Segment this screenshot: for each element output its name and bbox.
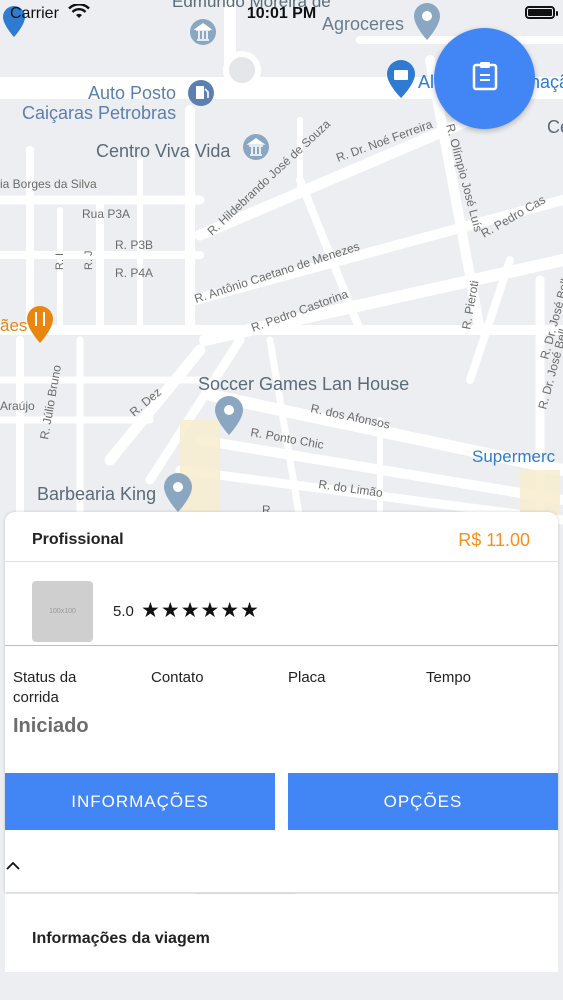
- map-poi-label: Centro Viva Vida: [96, 141, 231, 161]
- street-label: ia Borges da Silva: [0, 177, 97, 191]
- time-label: 10:01 PM: [246, 5, 317, 22]
- map-poi-label: ães: [0, 316, 27, 335]
- map-poi-label: Ce: [547, 117, 563, 137]
- plate-label: Placa: [288, 669, 326, 686]
- map-poi-label: Auto Posto: [88, 83, 176, 103]
- street-label: R. I: [54, 253, 66, 270]
- time-label: Tempo: [426, 669, 472, 686]
- street-label: R. P3B: [115, 238, 153, 252]
- street-label: Araújo: [0, 399, 35, 413]
- clipboard-icon: [472, 61, 498, 96]
- divider: [5, 561, 558, 562]
- professional-label: Profissional: [32, 531, 124, 548]
- divider: [5, 645, 558, 646]
- street-label: Rua P3A: [82, 207, 130, 221]
- map-poi-label: Soccer Games Lan House: [198, 374, 409, 394]
- bank-icon[interactable]: [243, 134, 269, 160]
- map-poi-label: Supermerc: [472, 447, 556, 466]
- status-bar: Carrier 10:01 PM: [0, 0, 563, 30]
- battery-icon: [525, 6, 558, 19]
- contact-label: Contato: [151, 669, 204, 686]
- map-poi-label: Caiçaras Petrobras: [22, 103, 176, 123]
- street-label: R. P4A: [115, 266, 153, 280]
- map-poi-label: Al: [418, 72, 434, 92]
- options-button[interactable]: OPÇÕES: [288, 773, 558, 830]
- rating-value: 5.0: [113, 603, 134, 620]
- trip-info-panel: Informações da viagem: [5, 894, 558, 972]
- info-button[interactable]: INFORMAÇÕES: [5, 773, 275, 830]
- ride-sheet: Profissional R$ 11.00 100x100 5.0 ★★★★★★…: [5, 512, 558, 972]
- ride-status-label: Status da corrida: [13, 669, 77, 706]
- gas-station-icon[interactable]: [188, 80, 214, 106]
- chevron-up-icon[interactable]: [6, 858, 20, 876]
- ride-price: R$ 11.00: [458, 530, 530, 550]
- trip-info-title: Informações da viagem: [32, 930, 210, 947]
- clipboard-button[interactable]: [434, 28, 535, 129]
- ride-card: Profissional R$ 11.00 100x100 5.0 ★★★★★★…: [5, 512, 558, 892]
- avatar-placeholder-text: 100x100: [49, 608, 76, 615]
- street-label: R. J: [83, 250, 95, 270]
- star-rating-icon: ★★★★★★: [141, 599, 260, 622]
- map-poi-label: Barbearia King: [37, 484, 156, 504]
- ride-status-value: Iniciado: [13, 715, 89, 737]
- avatar: 100x100: [32, 581, 93, 642]
